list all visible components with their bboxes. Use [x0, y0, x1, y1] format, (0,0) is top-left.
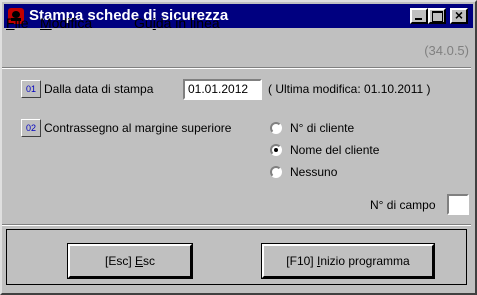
last-modified-info: ( Ultima modifica: 01.10.2011 ): [268, 82, 431, 96]
esc-button[interactable]: [Esc] Esc: [67, 243, 193, 279]
radio-nessuno[interactable]: [270, 166, 282, 178]
campo-input[interactable]: [447, 194, 469, 215]
field-01-button[interactable]: 01: [21, 80, 41, 98]
menu-guida-in-linea[interactable]: Guida in linea: [134, 15, 220, 31]
close-icon: ×: [454, 7, 464, 23]
radio-nome-cliente[interactable]: [270, 144, 282, 156]
menu-separator: [2, 67, 471, 69]
margin-mark-label: Contrassegno al margine superiore: [44, 121, 232, 135]
start-date-label: Dalla data di stampa: [44, 82, 154, 96]
campo-label: N° di campo: [370, 198, 436, 212]
menu-file[interactable]: File: [6, 15, 29, 31]
radio-nome-cliente-label: Nome del cliente: [290, 143, 380, 157]
minimize-button[interactable]: [410, 8, 428, 24]
maximize-button[interactable]: [428, 8, 446, 24]
start-program-button[interactable]: [F10] Inizio programma: [261, 243, 435, 279]
radio-numero-cliente-label: N° di cliente: [290, 121, 355, 135]
start-date-input[interactable]: 01.01.2012: [183, 79, 262, 100]
version-label: (34.0.5): [424, 43, 469, 58]
footer-separator: [2, 224, 471, 226]
menu-modifica[interactable]: Modifica: [40, 15, 92, 31]
radio-nessuno-label: Nessuno: [290, 165, 338, 179]
field-02-button[interactable]: 02: [21, 119, 41, 137]
close-button[interactable]: ×: [450, 7, 468, 24]
radio-numero-cliente[interactable]: [270, 122, 282, 134]
